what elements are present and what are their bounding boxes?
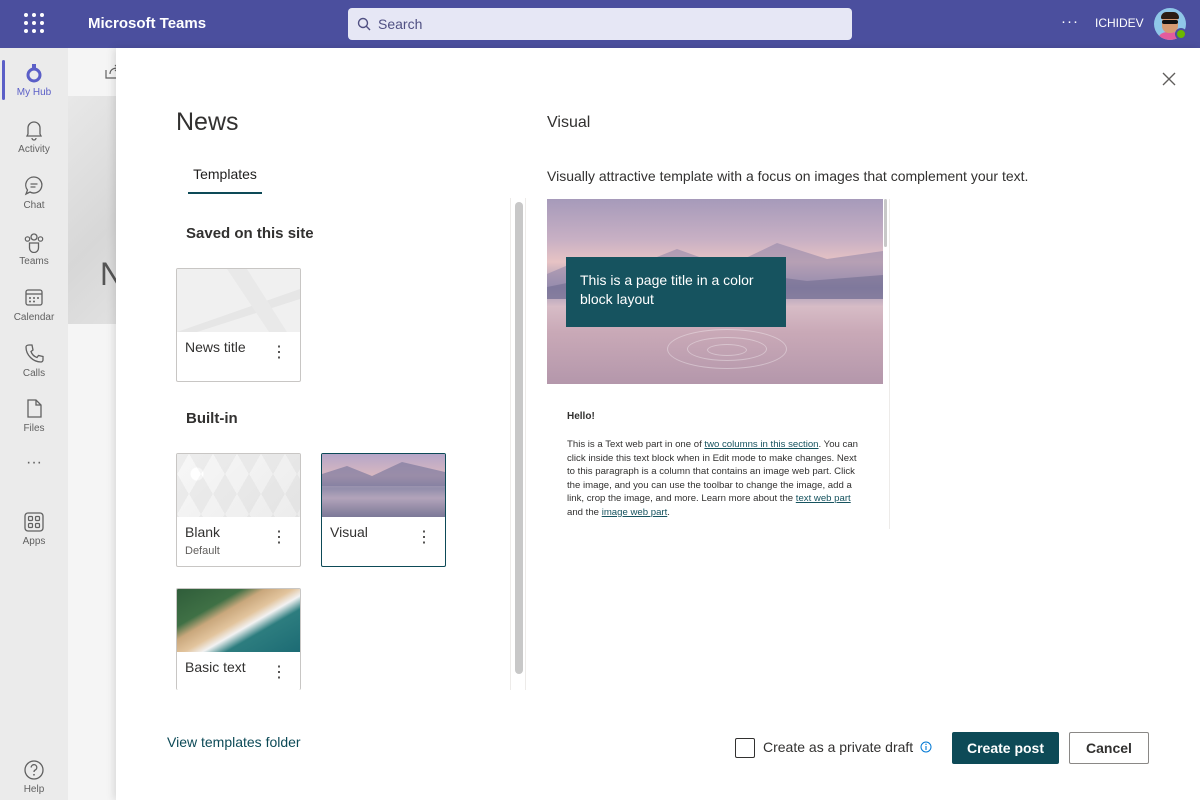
template-thumbnail (177, 589, 300, 652)
rail-label: Help (23, 784, 45, 795)
more-options-icon[interactable]: ⋮ (271, 345, 287, 367)
more-options-icon[interactable]: ⋮ (271, 665, 287, 687)
preview-hero-image: This is a page title in a color block la… (547, 199, 883, 384)
tab-templates[interactable]: Templates (188, 166, 262, 194)
more-icon: ··· (26, 454, 42, 471)
create-post-button[interactable]: Create post (952, 732, 1059, 764)
rail-label: Teams (19, 256, 49, 267)
preview-link-image-web-part[interactable]: image web part (602, 507, 668, 518)
top-bar: Microsoft Teams Search ··· ICHIDEV (0, 0, 1200, 48)
rail-label: Calendar (13, 312, 55, 323)
rail-item-calendar[interactable]: Calendar (0, 279, 68, 331)
search-placeholder: Search (378, 16, 423, 32)
rail-item-my-hub[interactable]: My Hub (0, 54, 68, 106)
rail-label: Calls (22, 368, 46, 379)
teams-icon (24, 233, 44, 253)
preview-body-text: This is a Text web part in one of two co… (567, 439, 858, 518)
app-title: Microsoft Teams (88, 15, 207, 32)
preview-hello-heading: Hello! (567, 411, 595, 422)
apps-icon (24, 512, 44, 532)
info-icon[interactable] (920, 741, 932, 753)
preview-description: Visually attractive template with a focu… (547, 168, 1029, 184)
close-icon[interactable] (1161, 71, 1177, 87)
panel-title: News (176, 108, 239, 136)
rail-label: My Hub (16, 87, 52, 98)
chat-icon (24, 176, 43, 196)
rail-label: Apps (22, 536, 46, 547)
template-thumbnail (177, 269, 300, 332)
tenant-name[interactable]: ICHIDEV (1095, 16, 1144, 30)
more-options-icon[interactable]: ··· (1061, 13, 1079, 30)
preview-link-two-columns[interactable]: two columns in this section (704, 439, 818, 450)
template-thumbnail (322, 454, 445, 517)
preview-title-block: This is a page title in a color block la… (566, 257, 786, 327)
preview-scrollbar[interactable] (884, 199, 887, 247)
rail-label: Activity (18, 144, 50, 155)
template-name: News title (185, 339, 246, 355)
cancel-button[interactable]: Cancel (1069, 732, 1149, 764)
template-name: Basic text (185, 659, 246, 675)
rail-item-calls[interactable]: Calls (0, 335, 68, 387)
rail-item-apps[interactable]: Apps (0, 503, 68, 555)
rail-item-chat[interactable]: Chat (0, 167, 68, 219)
tab-active-underline (188, 192, 262, 194)
preview-link-text-web-part[interactable]: text web part (796, 493, 851, 504)
preview-title: Visual (547, 114, 591, 131)
template-default-label: Default (185, 545, 220, 557)
private-draft-label: Create as a private draft (763, 739, 914, 755)
app-launcher-icon[interactable] (24, 13, 44, 33)
presence-status-icon (1175, 28, 1187, 40)
my-hub-icon (26, 64, 42, 83)
bell-icon (25, 121, 43, 141)
file-icon (27, 399, 42, 418)
template-card-blank[interactable]: Blank Default ⋮ (176, 453, 301, 567)
private-draft-checkbox[interactable] (735, 738, 755, 758)
template-name: Blank (185, 524, 221, 540)
rail-label: Files (23, 423, 45, 434)
template-name: Visual (330, 524, 368, 540)
template-preview: This is a page title in a color block la… (547, 199, 892, 529)
template-thumbnail (177, 454, 300, 517)
active-indicator (2, 60, 5, 100)
tab-label: Templates (193, 166, 257, 182)
news-template-panel: News Templates Saved on this site News t… (116, 48, 1200, 800)
calendar-icon (25, 289, 43, 306)
section-saved-heading: Saved on this site (186, 225, 314, 242)
rail-item-activity[interactable]: Activity (0, 111, 68, 163)
phone-icon (25, 344, 44, 363)
template-card-basic-text[interactable]: Basic text ⋮ (176, 588, 301, 690)
app-rail: My Hub Activity Chat Teams Calendar Call… (0, 48, 68, 800)
list-divider (525, 198, 526, 690)
rail-item-files[interactable]: Files (0, 390, 68, 442)
search-icon (357, 17, 371, 31)
view-templates-folder-link[interactable]: View templates folder (167, 734, 301, 750)
rail-item-more[interactable]: ··· (0, 448, 68, 484)
list-divider (510, 198, 511, 690)
template-list-scrollbar[interactable] (515, 202, 523, 674)
more-options-icon[interactable]: ⋮ (416, 530, 432, 552)
rail-item-teams[interactable]: Teams (0, 223, 68, 275)
help-icon (24, 760, 44, 780)
more-options-icon[interactable]: ⋮ (271, 530, 287, 552)
rail-item-help[interactable]: Help (0, 751, 68, 800)
template-card-news-title[interactable]: News title ⋮ (176, 268, 301, 382)
template-card-visual[interactable]: Visual ⋮ (321, 453, 446, 567)
section-builtin-heading: Built-in (186, 410, 238, 427)
rail-label: Chat (23, 200, 45, 211)
preview-scroll-track (889, 199, 890, 529)
search-input[interactable]: Search (348, 8, 852, 40)
